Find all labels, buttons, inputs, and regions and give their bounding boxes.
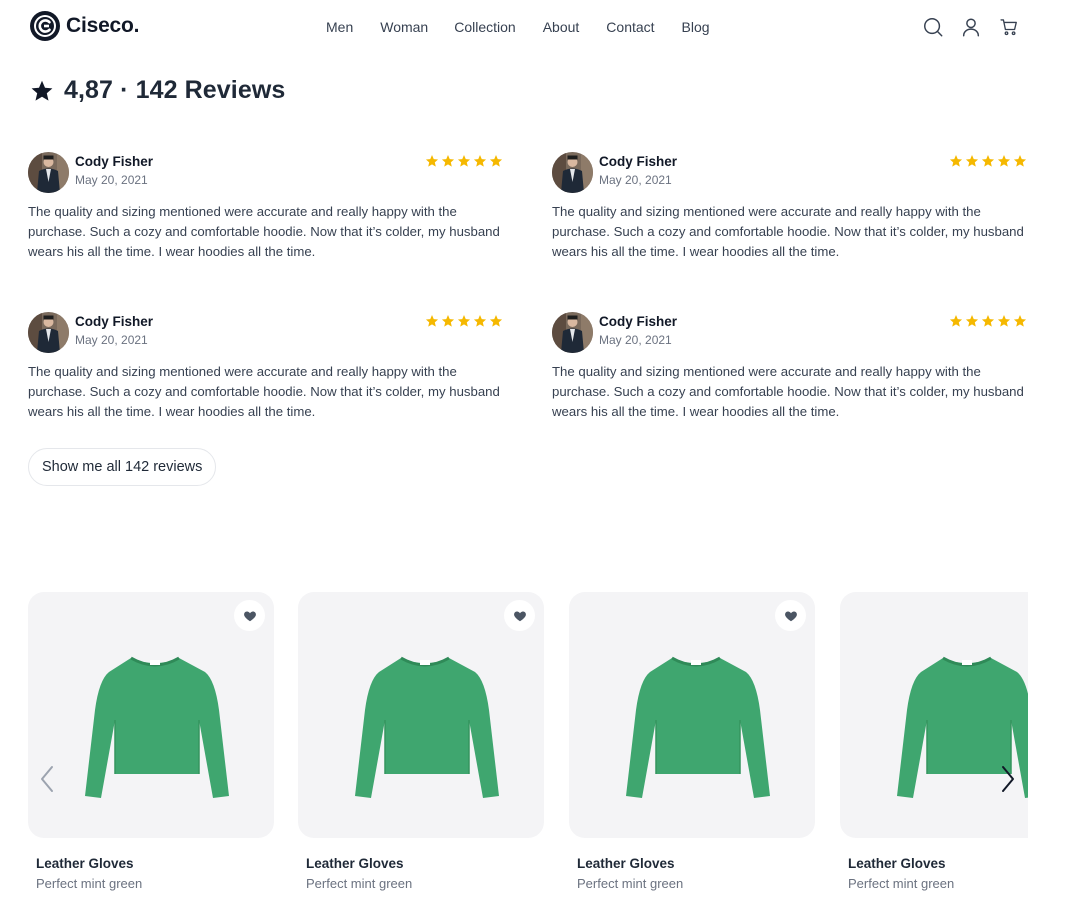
product-card[interactable]: Leather Gloves Perfect mint green xyxy=(569,592,815,891)
carousel-prev-button[interactable] xyxy=(35,765,59,793)
product-description: Perfect mint green xyxy=(306,876,413,891)
product-card[interactable]: Leather Gloves Perfect mint green xyxy=(28,592,274,891)
favorite-button[interactable] xyxy=(775,600,806,631)
favorite-button[interactable] xyxy=(234,600,265,631)
heart-icon xyxy=(784,610,797,621)
sweater-image xyxy=(85,656,229,798)
product-image[interactable] xyxy=(28,592,274,838)
product-name[interactable]: Leather Gloves xyxy=(306,856,404,871)
product-card[interactable]: Leather Gloves Perfect mint green xyxy=(840,592,1028,891)
product-description: Perfect mint green xyxy=(577,876,684,891)
favorite-button[interactable] xyxy=(504,600,535,631)
product-description: Perfect mint green xyxy=(36,876,143,891)
heart-icon xyxy=(243,610,256,621)
chevron-left-icon xyxy=(41,766,53,792)
product-image[interactable] xyxy=(298,592,544,838)
product-name[interactable]: Leather Gloves xyxy=(848,856,946,871)
product-description: Perfect mint green xyxy=(848,876,955,891)
sweater-image xyxy=(355,656,499,798)
product-carousel: Leather Gloves Perfect mint green Leathe… xyxy=(0,0,1028,907)
chevron-right-icon xyxy=(1002,766,1014,792)
product-name[interactable]: Leather Gloves xyxy=(577,856,675,871)
heart-icon xyxy=(513,610,526,621)
product-name[interactable]: Leather Gloves xyxy=(36,856,134,871)
product-image[interactable] xyxy=(840,592,1028,838)
sweater-image xyxy=(626,656,770,798)
carousel-next-button[interactable] xyxy=(996,765,1020,793)
product-image[interactable] xyxy=(569,592,815,838)
product-card[interactable]: Leather Gloves Perfect mint green xyxy=(298,592,544,891)
